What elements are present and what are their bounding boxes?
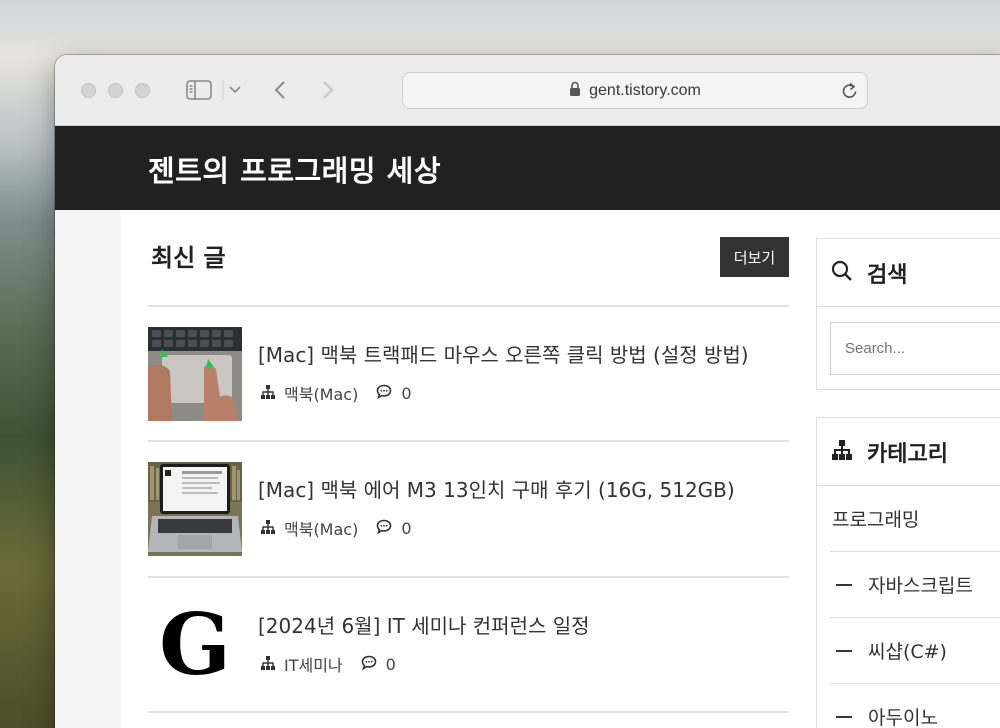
toolbar-divider bbox=[221, 77, 225, 103]
address-bar[interactable]: gent.tistory.com bbox=[402, 72, 868, 109]
reload-icon[interactable] bbox=[841, 81, 859, 105]
post-thumbnail-trackpad[interactable] bbox=[148, 327, 242, 421]
category-widget-title: 카테고리 bbox=[867, 441, 948, 467]
chevron-right-icon[interactable] bbox=[318, 77, 338, 103]
post-item[interactable]: [Mac] 맥북 에어 M3 13인치 구매 후기 (16G, 512GB) 맥… bbox=[148, 442, 789, 576]
category-item-label: 프로그래밍 bbox=[832, 509, 920, 531]
comment-count: 0 bbox=[385, 654, 396, 674]
comment-count: 0 bbox=[401, 383, 412, 403]
comment-bubble-icon bbox=[361, 655, 377, 674]
chevron-left-icon[interactable] bbox=[270, 77, 290, 103]
blog-header: 젠트의 프로그래밍 세상 bbox=[55, 126, 1000, 210]
category-tree-icon bbox=[260, 384, 276, 403]
post-category[interactable]: 맥북(Mac) bbox=[284, 516, 358, 540]
divider bbox=[148, 711, 789, 713]
search-widget-header: 검색 bbox=[817, 239, 1000, 307]
search-input[interactable] bbox=[830, 322, 1000, 375]
minimize-window-button[interactable] bbox=[108, 83, 123, 98]
thumbnail-letter: G bbox=[159, 598, 231, 692]
post-meta: IT세미나 0 bbox=[260, 652, 396, 676]
category-item-label: 자바스크립트 bbox=[868, 575, 973, 597]
post-meta: 맥북(Mac) 0 bbox=[260, 516, 412, 540]
post-item[interactable]: G [2024년 6월] IT 세미나 컨퍼런스 일정 IT세미나 0 bbox=[148, 578, 789, 712]
category-tree-icon bbox=[831, 439, 853, 464]
category-item-arduino[interactable]: 아두이노 bbox=[830, 684, 1000, 728]
post-title[interactable]: [Mac] 맥북 에어 M3 13인치 구매 후기 (16G, 512GB) bbox=[258, 474, 735, 503]
category-widget-header: 카테고리 bbox=[817, 418, 1000, 486]
category-widget: 카테고리 프로그래밍 자바스크립트 씨샵(C#) 아두이노 bbox=[816, 417, 1000, 728]
post-thumbnail-logo[interactable]: G bbox=[148, 598, 242, 692]
lock-icon bbox=[569, 81, 581, 101]
search-widget: 검색 bbox=[816, 238, 1000, 390]
post-meta: 맥북(Mac) 0 bbox=[260, 381, 412, 405]
category-tree-icon bbox=[260, 655, 276, 674]
chevron-down-icon[interactable] bbox=[227, 77, 243, 103]
main-content: 최신 글 더보기 [Mac] 맥북 트랙패드 마우스 오른쪽 클릭 방법 (설정… bbox=[121, 210, 1000, 728]
sidebar-toggle-icon[interactable] bbox=[185, 77, 213, 103]
browser-toolbar: gent.tistory.com bbox=[55, 55, 1000, 126]
more-button[interactable]: 더보기 bbox=[720, 237, 789, 277]
post-category[interactable]: 맥북(Mac) bbox=[284, 381, 358, 405]
post-category[interactable]: IT세미나 bbox=[284, 652, 343, 676]
post-thumbnail-macbook[interactable] bbox=[148, 462, 242, 556]
comment-bubble-icon bbox=[376, 519, 392, 538]
sub-category-dash bbox=[836, 715, 852, 718]
browser-window: gent.tistory.com 젠트의 프로그래밍 세상 최신 글 더보기 [… bbox=[55, 55, 1000, 728]
close-window-button[interactable] bbox=[81, 83, 96, 98]
post-title[interactable]: [2024년 6월] IT 세미나 컨퍼런스 일정 bbox=[258, 610, 590, 639]
sub-category-dash bbox=[836, 583, 852, 586]
post-item[interactable]: [Mac] 맥북 트랙패드 마우스 오른쪽 클릭 방법 (설정 방법) 맥북(M… bbox=[148, 307, 789, 441]
comment-bubble-icon bbox=[376, 384, 392, 403]
category-item-programming[interactable]: 프로그래밍 bbox=[830, 486, 1000, 552]
url-text: gent.tistory.com bbox=[589, 81, 701, 99]
category-item-javascript[interactable]: 자바스크립트 bbox=[830, 552, 1000, 618]
category-tree-icon bbox=[260, 519, 276, 538]
category-item-label: 아두이노 bbox=[868, 707, 938, 728]
search-icon bbox=[831, 260, 853, 286]
category-item-label: 씨샵(C#) bbox=[868, 641, 947, 663]
recent-posts-heading: 최신 글 bbox=[151, 244, 226, 272]
page-body: 최신 글 더보기 [Mac] 맥북 트랙패드 마우스 오른쪽 클릭 방법 (설정… bbox=[55, 210, 1000, 728]
post-title[interactable]: [Mac] 맥북 트랙패드 마우스 오른쪽 클릭 방법 (설정 방법) bbox=[258, 339, 749, 368]
search-widget-title: 검색 bbox=[867, 262, 908, 288]
comment-count: 0 bbox=[401, 518, 412, 538]
blog-title[interactable]: 젠트의 프로그래밍 세상 bbox=[148, 148, 441, 190]
category-item-csharp[interactable]: 씨샵(C#) bbox=[830, 618, 1000, 684]
sub-category-dash bbox=[836, 649, 852, 652]
zoom-window-button[interactable] bbox=[135, 83, 150, 98]
